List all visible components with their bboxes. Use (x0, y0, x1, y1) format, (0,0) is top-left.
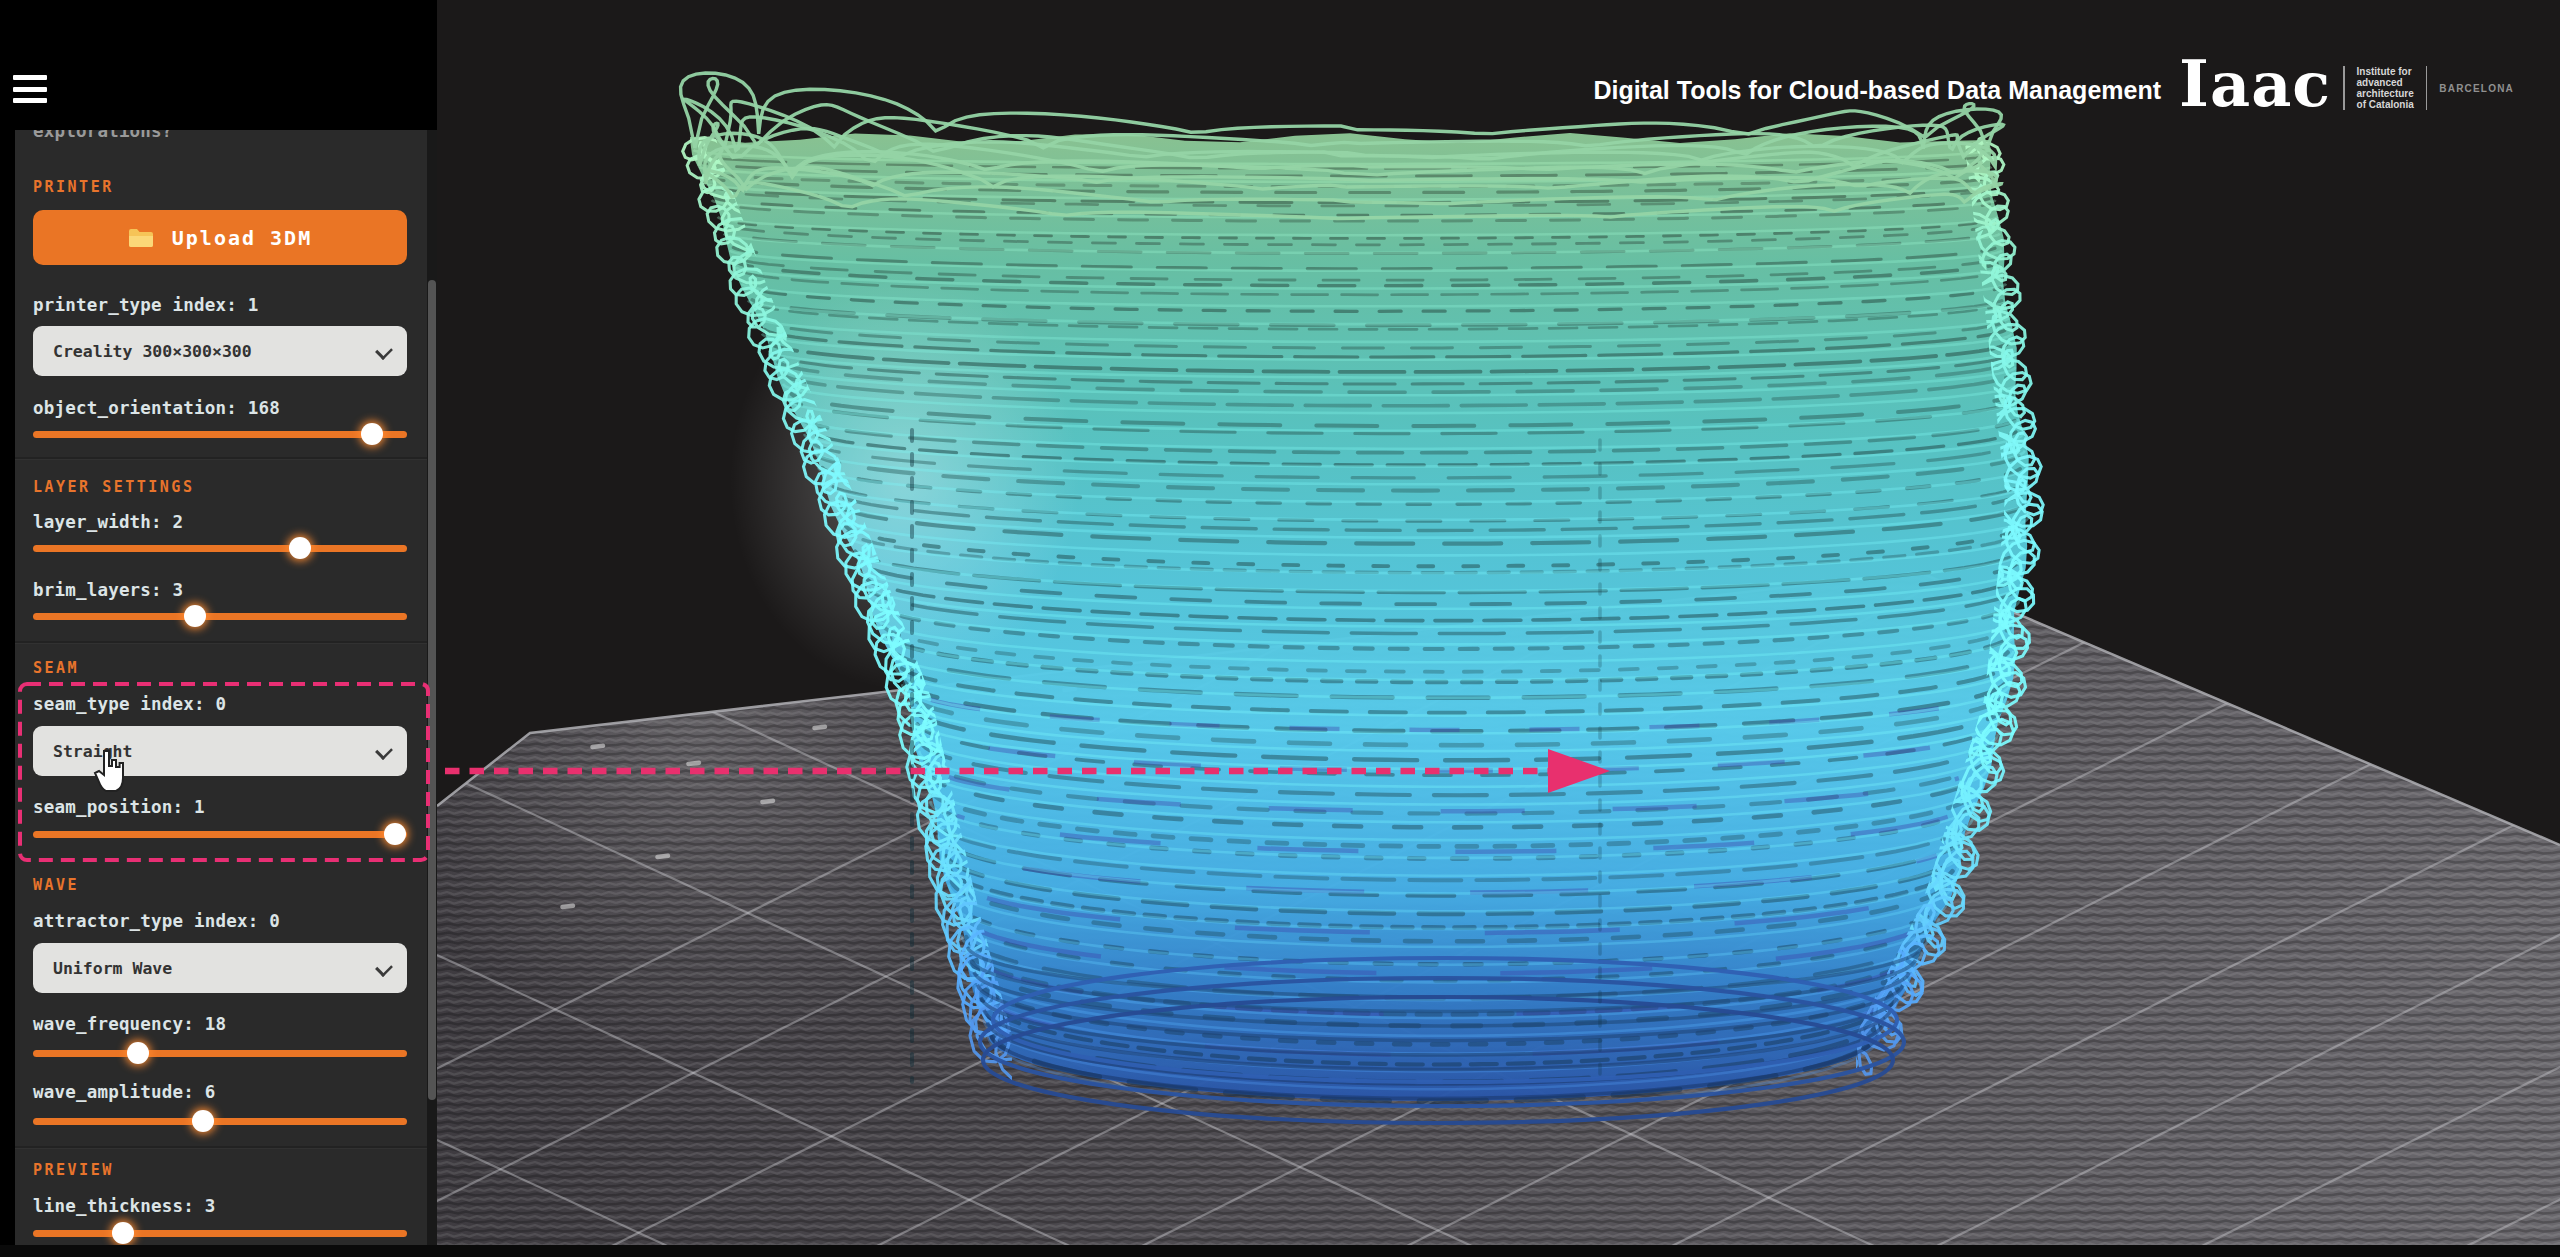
slider-track[interactable] (33, 1230, 407, 1237)
section-wave: WAVE (33, 876, 407, 896)
layer-width-label: layer_width: 2 (33, 512, 407, 534)
city-label: BARCELONA (2439, 83, 2514, 94)
attractor-type-label: attractor_type index: 0 (33, 911, 407, 933)
seam-position-label: seam_position: 1 (33, 797, 407, 819)
chevron-down-icon (375, 742, 393, 760)
control-sidebar: explorations? PRINTER Upload 3DM printer_ty… (15, 130, 437, 1246)
slider-track[interactable] (33, 1118, 407, 1125)
seam-position-slider[interactable] (33, 822, 407, 846)
slider-track[interactable] (33, 545, 407, 552)
folder-icon (128, 227, 154, 249)
line-thickness-slider[interactable] (33, 1221, 407, 1245)
slider-knob[interactable] (192, 1110, 214, 1132)
printer-type-label: printer_type index: 1 (33, 295, 407, 317)
layer-width-slider[interactable] (33, 536, 407, 560)
attractor-type-select[interactable]: Uniform Wave (33, 943, 407, 993)
slider-track[interactable] (33, 831, 407, 838)
wave-frequency-slider[interactable] (33, 1041, 407, 1065)
line-thickness-label: line_thickness: 3 (33, 1196, 407, 1218)
institute-text: Institute foradvancedarchitectureof Cata… (2357, 66, 2414, 110)
scrolled-text: explorations? (33, 130, 407, 143)
section-printer: PRINTER (33, 178, 407, 198)
hamburger-menu-icon[interactable] (13, 75, 47, 101)
app-title: Digital Tools for Cloud-based Data Manag… (1593, 76, 2161, 105)
object-orientation-label: object_orientation: 168 (33, 398, 407, 420)
separator (15, 641, 437, 644)
sidebar-scrollbar[interactable] (427, 130, 437, 1246)
slider-knob[interactable] (127, 1042, 149, 1064)
scrollbar-thumb[interactable] (428, 280, 436, 1100)
section-seam: SEAM (33, 659, 407, 679)
slider-knob[interactable] (384, 823, 406, 845)
separator (15, 457, 437, 460)
brim-layers-slider[interactable] (33, 604, 407, 628)
slider-track[interactable] (33, 1050, 407, 1057)
wave-amplitude-label: wave_amplitude: 6 (33, 1082, 407, 1104)
slider-track[interactable] (33, 613, 407, 620)
slider-track[interactable] (33, 431, 407, 438)
slider-knob[interactable] (184, 605, 206, 627)
mouse-cursor-hand (90, 748, 130, 798)
select-value: Uniform Wave (53, 959, 172, 978)
bottom-strip (0, 1245, 2560, 1257)
section-layer-settings: LAYER SETTINGS (33, 478, 407, 498)
brim-layers-label: brim_layers: 3 (33, 580, 407, 602)
chevron-down-icon (375, 959, 393, 977)
wave-frequency-label: wave_frequency: 18 (33, 1014, 407, 1036)
slider-knob[interactable] (289, 537, 311, 559)
header: Digital Tools for Cloud-based Data Manag… (1593, 58, 2514, 118)
iaac-logo: Iaac (2179, 64, 2331, 105)
slider-knob[interactable] (361, 423, 383, 445)
upload-3dm-button[interactable]: Upload 3DM (33, 210, 407, 265)
section-preview: PREVIEW (33, 1161, 407, 1181)
upload-button-label: Upload 3DM (172, 226, 312, 250)
header-divider (2426, 66, 2428, 110)
wave-amplitude-slider[interactable] (33, 1109, 407, 1133)
object-orientation-slider[interactable] (33, 422, 407, 446)
printer-type-select[interactable]: Creality 300×300×300 (33, 326, 407, 376)
separator (15, 1146, 437, 1149)
seam-type-label: seam_type index: 0 (33, 694, 407, 716)
chevron-down-icon (375, 342, 393, 360)
slider-knob[interactable] (112, 1222, 134, 1244)
select-value: Creality 300×300×300 (53, 342, 252, 361)
header-divider (2343, 66, 2345, 110)
